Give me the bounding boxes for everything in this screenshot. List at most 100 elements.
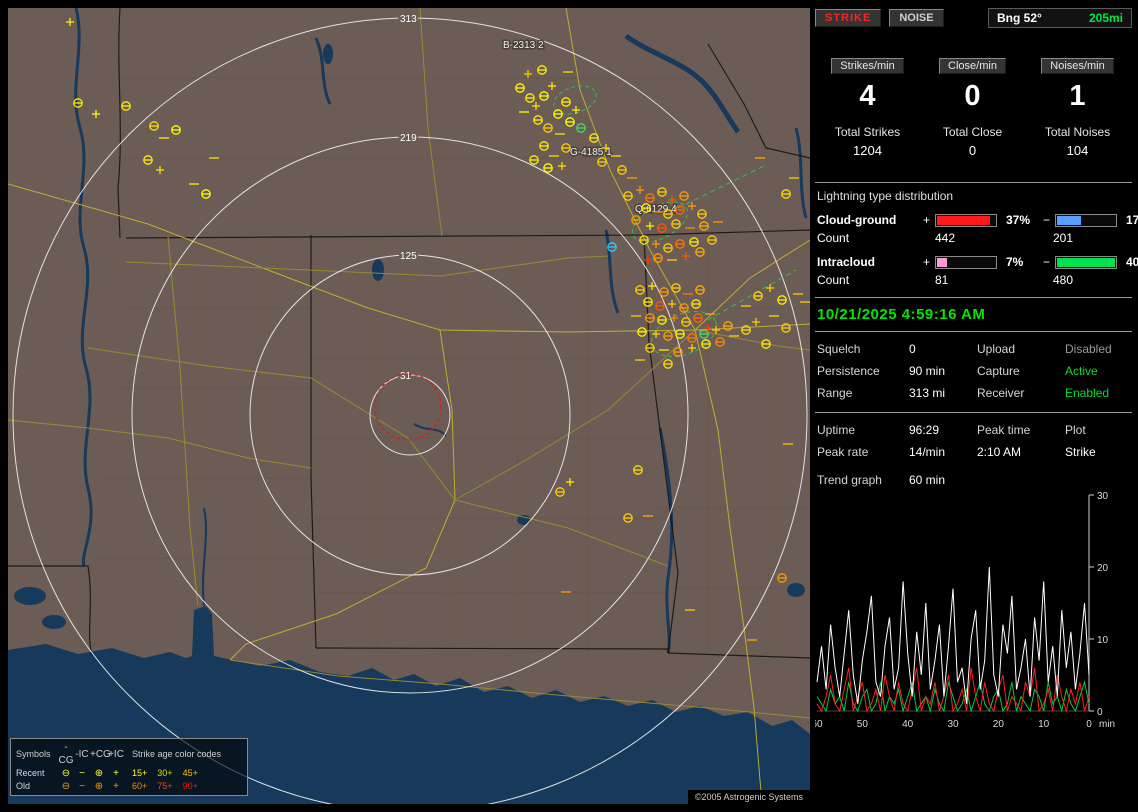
ic-negative-bar: [1055, 255, 1117, 269]
cloud-ground-label: Cloud-ground: [817, 213, 897, 227]
svg-text:0: 0: [1086, 719, 1092, 730]
legend-age-title: Strike age color codes: [132, 748, 222, 759]
receiver-label: Receiver: [977, 386, 1025, 400]
ic-count-row: Count 81 480: [817, 273, 1132, 287]
range-value: 313 mi: [909, 386, 946, 400]
capture-label: Capture: [977, 364, 1020, 378]
intracloud-row: Intracloud + 7% − 40%: [817, 255, 1138, 269]
svg-text:B-2313 2: B-2313 2: [503, 40, 544, 51]
upload-status: Disabled: [1065, 342, 1112, 356]
total-noises-label: Total Noises: [1044, 125, 1111, 139]
rate-stats: Strikes/min 4 Total Strikes 1204 Close/m…: [815, 58, 1132, 158]
range-label: Range: [817, 386, 853, 400]
trend-window-value: 60 min: [909, 473, 946, 487]
svg-text:30: 30: [947, 719, 959, 730]
age-30: 30+: [157, 768, 173, 778]
noises-per-min-value: 1: [1069, 80, 1086, 112]
datetime-display: 10/21/2025 4:59:16 AM: [817, 306, 986, 323]
svg-text:40: 40: [902, 719, 914, 730]
trend-label-row: Trend graph 60 min: [817, 473, 1132, 487]
svg-text:20: 20: [993, 719, 1005, 730]
age-60: 60+: [132, 781, 148, 791]
total-noises-value: 104: [1066, 143, 1089, 158]
total-close-value: 0: [968, 143, 977, 158]
trend-graph: 30201006050403020100min: [811, 491, 1115, 730]
noise-button[interactable]: NOISE: [889, 9, 944, 27]
map-canvas: 31125219313 B-2313 2G-4185 1Q-6129 4: [8, 8, 810, 804]
ic-positive-bar: [935, 255, 997, 269]
strikestar-app: 31 125 219 313 B-2313 2 G-4185 1 Q-6129 4 Sym…: [0, 0, 1138, 812]
squelch-value: 0: [909, 342, 916, 356]
uptime-value: 96:29: [909, 423, 940, 437]
cg-positive-pct: 37%: [1006, 213, 1031, 227]
svg-text:50: 50: [857, 719, 869, 730]
legend-pos-ic-header: +IC: [108, 748, 124, 760]
pos-cg-symbol: ⊕: [94, 768, 104, 779]
svg-text:219: 219: [400, 133, 417, 144]
capture-status: Active: [1065, 364, 1098, 378]
strike-button[interactable]: STRIKE: [815, 9, 882, 27]
neg-ic-symbol: −: [79, 768, 85, 779]
peak-rate-label: Peak rate: [817, 445, 869, 459]
close-per-min-button[interactable]: Close/min: [939, 58, 1006, 74]
upload-label: Upload: [977, 342, 1016, 356]
cg-positive-count: 442: [935, 231, 956, 245]
neg-ic-symbol-old: −: [79, 781, 85, 792]
cg-count-label: Count: [817, 231, 850, 245]
cloud-ground-row: Cloud-ground + 37% − 17%: [817, 213, 1138, 227]
ic-positive-pct: 7%: [1006, 255, 1024, 269]
svg-text:min: min: [1099, 719, 1115, 730]
svg-text:125: 125: [400, 251, 417, 262]
session-grid: Uptime 96:29 Peak time Plot Peak rate 14…: [817, 423, 1132, 459]
control-panel: STRIKE NOISE Bng 52° 205mi Strikes/min 4…: [811, 8, 1138, 804]
svg-text:313: 313: [400, 14, 417, 25]
bearing-value: Bng 52°: [997, 11, 1042, 25]
pos-cg-symbol-old: ⊕: [94, 781, 104, 792]
neg-cg-symbol: ⊖: [61, 768, 71, 779]
trend-graph-label: Trend graph: [817, 473, 882, 487]
persistence-value: 90 min: [909, 364, 946, 378]
legend-recent-label: Recent: [16, 768, 45, 778]
neg-cg-symbol-old: ⊖: [61, 781, 71, 792]
plus-sign: +: [923, 255, 931, 269]
lightning-map[interactable]: 31 125 219 313 B-2313 2 G-4185 1 Q-6129 4 Sym…: [8, 8, 810, 804]
peak-time-label: Peak time: [977, 423, 1031, 437]
receiver-status: Enabled: [1065, 386, 1110, 400]
svg-text:60: 60: [815, 719, 823, 730]
peak-time-value: 2:10 AM: [977, 445, 1022, 459]
age-15: 15+: [132, 768, 148, 778]
ic-negative-pct: 40%: [1126, 255, 1138, 269]
pos-ic-symbol: +: [113, 768, 119, 779]
total-close-label: Total Close: [942, 125, 1003, 139]
cg-positive-bar: [935, 213, 997, 227]
minus-sign: −: [1043, 255, 1051, 269]
cg-negative-pct: 17%: [1126, 213, 1138, 227]
map-legend: Symbols -CG -IC +CG +IC Strike age color…: [10, 738, 248, 796]
age-45: 45+: [182, 768, 198, 778]
age-90: 90+: [182, 781, 198, 791]
noises-per-min-button[interactable]: Noises/min: [1041, 58, 1114, 74]
legend-pos-cg-header: +CG: [90, 748, 111, 760]
legend-symbols-header: Symbols: [16, 748, 51, 759]
ic-positive-count: 81: [935, 273, 949, 287]
cg-negative-bar: [1055, 213, 1117, 227]
svg-text:10: 10: [1038, 719, 1050, 730]
strikes-per-min-button[interactable]: Strikes/min: [831, 58, 904, 74]
plot-value: Strike: [1065, 445, 1096, 459]
plot-label: Plot: [1065, 423, 1086, 437]
total-strikes-label: Total Strikes: [834, 125, 901, 139]
cg-negative-count: 201: [1053, 231, 1074, 245]
ic-negative-count: 480: [1053, 273, 1074, 287]
total-strikes-value: 1204: [853, 143, 882, 158]
persistence-label: Persistence: [817, 364, 880, 378]
legend-neg-ic-header: -IC: [75, 748, 89, 760]
close-per-min-value: 0: [964, 80, 981, 112]
svg-text:0: 0: [1097, 707, 1103, 718]
svg-text:31: 31: [400, 371, 412, 382]
cg-count-row: Count 442 201: [817, 231, 1132, 245]
strikes-per-min-value: 4: [859, 80, 876, 112]
legend-neg-cg-header: -CG: [58, 742, 74, 766]
copyright-attribution: ©2005 Astrogenic Systems: [687, 790, 810, 804]
bearing-display: Bng 52° 205mi: [988, 8, 1132, 28]
distribution-title: Lightning type distribution: [817, 189, 954, 203]
